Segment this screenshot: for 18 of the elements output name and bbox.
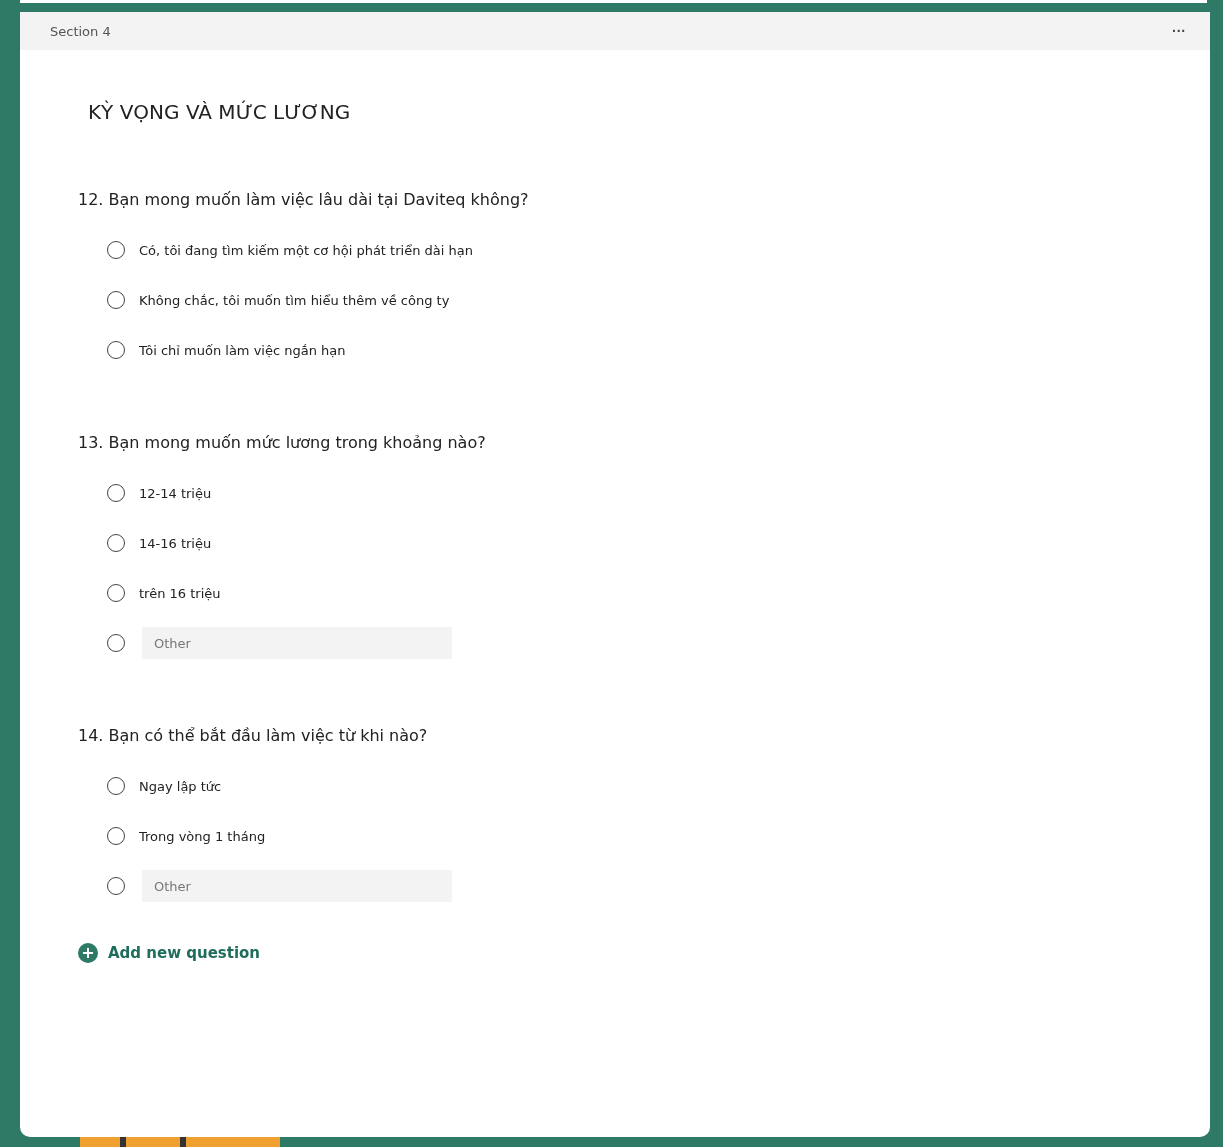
- question-text: 14. Bạn có thể bắt đầu làm việc từ khi nào?: [78, 726, 429, 745]
- question-text: 12. Bạn mong muốn làm việc lâu dài tại Daviteq không?: [78, 190, 530, 209]
- other-field[interactable]: Other: [142, 627, 452, 659]
- option-label: Ngay lập tức: [139, 778, 222, 794]
- option-label: Trong vòng 1 tháng: [139, 828, 266, 844]
- option-label: 14-16 triệu: [139, 535, 212, 551]
- option-label: trên 16 triệu: [139, 585, 221, 601]
- section-title: KỲ VỌNG VÀ MỨC LƯƠNG: [88, 100, 352, 124]
- question-text: 13. Bạn mong muốn mức lương trong khoảng nào?: [78, 433, 487, 452]
- plus-icon: [78, 943, 98, 963]
- more-button[interactable]: ···: [1172, 23, 1186, 39]
- option-label: Có, tôi đang tìm kiếm một cơ hội phát triển dài hạn: [139, 242, 473, 258]
- option-label: Không chắc, tôi muốn tìm hiểu thêm về công ty: [139, 292, 450, 308]
- option-label: Tôi chỉ muốn làm việc ngắn hạn: [139, 342, 346, 358]
- other-field[interactable]: Other: [142, 870, 452, 902]
- section-label: Section 4: [50, 23, 111, 39]
- add-question-button[interactable]: Add new question: [78, 943, 261, 963]
- option-label: 12-14 triệu: [139, 485, 212, 501]
